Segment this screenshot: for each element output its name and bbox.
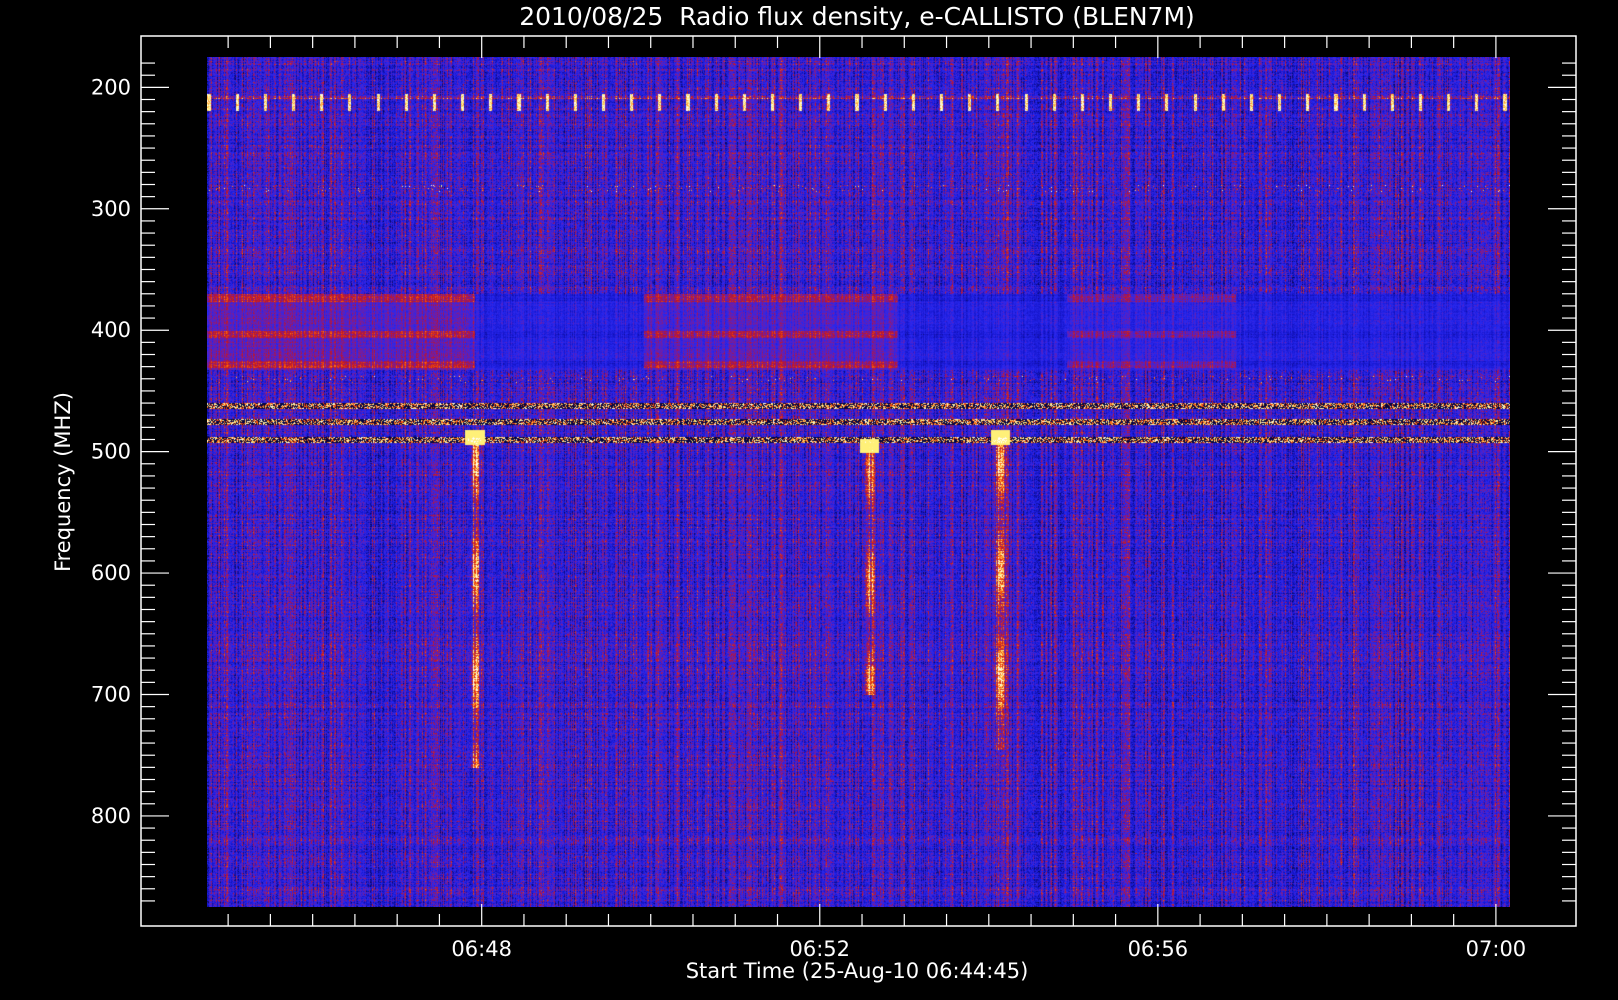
x-tick-label: 06:52 (789, 937, 850, 961)
y-tick-label: 600 (91, 561, 131, 585)
y-tick-label: 300 (91, 197, 131, 221)
y-tick-label: 800 (91, 804, 131, 828)
x-tick-label: 06:48 (451, 937, 512, 961)
x-tick-label: 06:56 (1128, 937, 1189, 961)
y-tick-label: 700 (91, 683, 131, 707)
spectrogram-chart: 2010/08/25 Radio flux density, e-CALLIST… (0, 0, 1618, 1000)
y-axis-label: Frequency (MHZ) (51, 392, 75, 572)
chart-title: 2010/08/25 Radio flux density, e-CALLIST… (519, 2, 1195, 31)
heatmap-raster (207, 57, 1510, 907)
y-tick-label: 400 (91, 318, 131, 342)
x-tick-label: 07:00 (1466, 937, 1527, 961)
y-tick-label: 200 (91, 75, 131, 99)
y-tick-label: 500 (91, 440, 131, 464)
spectrogram-image (207, 57, 1510, 907)
x-axis-label: Start Time (25-Aug-10 06:44:45) (686, 959, 1029, 983)
